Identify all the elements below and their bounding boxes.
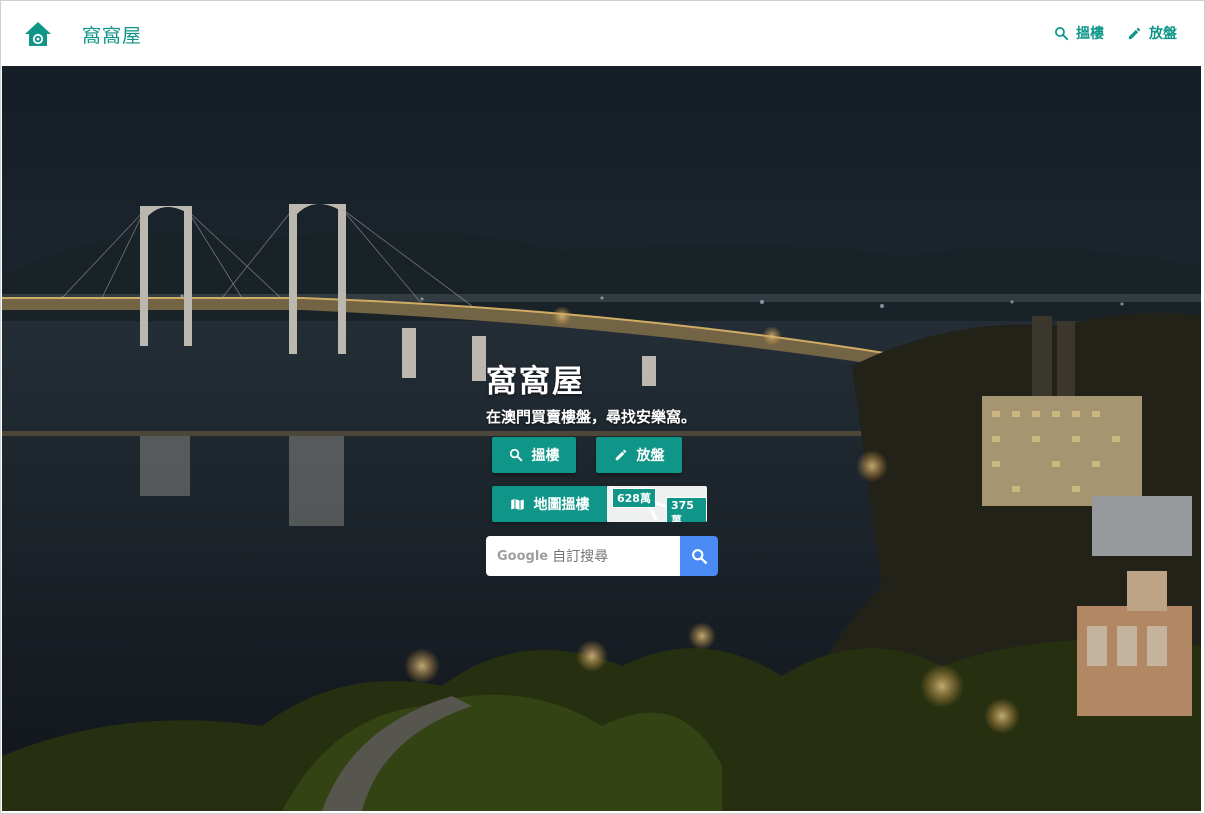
home-icon[interactable]	[24, 20, 52, 48]
brand-name[interactable]: 窩窩屋	[82, 21, 142, 48]
google-brand-label: Google	[497, 548, 549, 564]
search-icon	[509, 448, 522, 462]
hero-section: 窩窩屋 在澳門買賣樓盤，尋找安樂窩。 搵樓 放盤 地圖搵樓 628萬 375萬 …	[2, 66, 1201, 811]
nav-post-label: 放盤	[1149, 26, 1177, 42]
search-property-button[interactable]: 搵樓	[492, 437, 576, 473]
map-search-label: 地圖搵樓	[533, 497, 590, 513]
hero-subtitle: 在澳門買賣樓盤，尋找安樂窩。	[486, 408, 697, 426]
google-search-placeholder: 自訂搜尋	[552, 549, 609, 565]
top-navbar: 窩窩屋 搵樓 放盤	[2, 1, 1201, 65]
map-price-tag: 375萬	[666, 497, 707, 522]
nav-post-link[interactable]: 放盤	[1127, 23, 1177, 43]
map-price-tag: 628萬	[612, 488, 656, 508]
search-property-label: 搵樓	[531, 448, 560, 464]
map-preview-thumbnail[interactable]: 628萬 375萬	[607, 486, 707, 522]
pencil-icon	[615, 449, 626, 461]
google-search-button[interactable]	[680, 536, 718, 576]
nav-search-label: 搵樓	[1076, 26, 1104, 42]
search-icon	[1055, 26, 1069, 40]
map-search-button[interactable]: 地圖搵樓	[492, 486, 607, 522]
post-listing-label: 放盤	[636, 448, 665, 464]
map-icon	[510, 498, 524, 510]
nav-search-link[interactable]: 搵樓	[1054, 23, 1104, 43]
post-listing-button[interactable]: 放盤	[596, 437, 682, 473]
pencil-icon	[1128, 27, 1141, 39]
search-icon	[691, 548, 707, 564]
hero-title: 窩窩屋	[486, 364, 585, 400]
google-custom-search-input[interactable]: Google 自訂搜尋	[486, 536, 680, 576]
